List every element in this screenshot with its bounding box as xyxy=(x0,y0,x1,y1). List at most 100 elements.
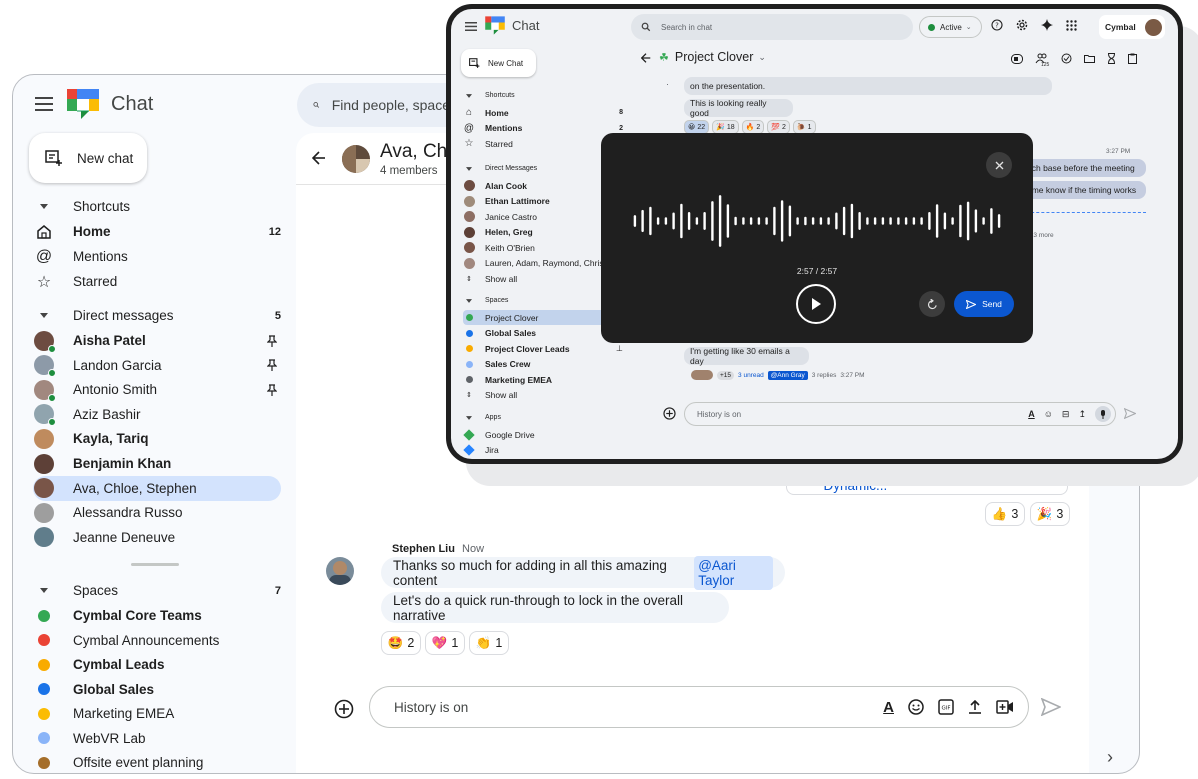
dm-item[interactable]: ⇕ Show all xyxy=(463,271,623,286)
send-icon[interactable] xyxy=(1124,408,1136,419)
pin-icon[interactable]: ⊥ xyxy=(616,344,623,353)
app-item[interactable]: Jira xyxy=(463,443,623,458)
close-button[interactable] xyxy=(986,152,1012,178)
new-chat-button[interactable]: New chat xyxy=(29,133,147,183)
back-arrow-icon[interactable] xyxy=(641,53,651,63)
dm-item[interactable]: Keith O'Brien xyxy=(463,240,623,255)
composer[interactable]: History is on A ☺ ⊟ ↥ xyxy=(684,402,1116,426)
space-item[interactable]: Global Sales xyxy=(463,326,623,341)
dm-item[interactable]: Ethan Lattimore xyxy=(463,194,623,209)
search-bar[interactable]: Find people, spaces xyxy=(297,83,457,127)
message-bubble[interactable]: Let's do a quick run-through to lock in … xyxy=(381,592,729,623)
sidebar-item-starred[interactable]: ☆ Starred xyxy=(33,269,281,294)
add-circle-icon[interactable] xyxy=(334,699,354,719)
upload-icon[interactable]: ↥ xyxy=(1078,409,1086,420)
dm-item[interactable]: Landon Garcia xyxy=(33,353,281,378)
account-avatar[interactable] xyxy=(1145,18,1162,36)
clipboard-icon[interactable] xyxy=(1128,53,1137,64)
microphone-icon[interactable] xyxy=(1095,406,1111,422)
members-icon[interactable]: 125 xyxy=(1035,53,1049,68)
status-dropdown[interactable]: Active ⌄ xyxy=(919,16,982,38)
dm-item[interactable]: Helen, Greg xyxy=(463,225,623,240)
space-item[interactable]: Offsite event planning xyxy=(33,750,281,773)
chevron-right-icon[interactable]: › xyxy=(1107,747,1113,768)
composer[interactable]: History is on A GIF xyxy=(369,686,1029,728)
dm-item[interactable]: Janice Castro xyxy=(463,209,623,224)
upload-icon[interactable] xyxy=(968,700,982,714)
mention-chip[interactable]: @Aari Taylor xyxy=(694,555,773,590)
space-item[interactable]: Project Clover Leads ⊥ xyxy=(463,341,623,356)
spaces-header[interactable]: Spaces xyxy=(463,293,623,308)
conversation-title[interactable]: ☘ Project Clover ⌄ xyxy=(659,50,766,64)
emoji-icon[interactable] xyxy=(908,699,924,715)
apps-grid-icon[interactable] xyxy=(1066,19,1077,31)
add-circle-icon[interactable] xyxy=(663,407,676,420)
shortcuts-header[interactable]: Shortcuts xyxy=(463,88,623,103)
space-item[interactable]: Marketing EMEA xyxy=(33,701,281,726)
search-input[interactable]: Find people, spaces xyxy=(332,97,457,113)
dm-item[interactable]: Aisha Patel xyxy=(33,328,281,353)
app-item[interactable]: Google Drive xyxy=(463,427,623,442)
reaction-chip[interactable]: 😀 22 xyxy=(684,120,710,134)
message-bubble[interactable]: uch base before the meeting xyxy=(1021,159,1146,177)
format-text-icon[interactable]: A xyxy=(1028,409,1035,419)
new-chat-button[interactable]: New Chat xyxy=(461,49,536,77)
shortcuts-header[interactable]: Shortcuts xyxy=(33,194,281,219)
pin-icon[interactable] xyxy=(267,359,281,372)
message-bubble[interactable]: Thanks so much for adding in all this am… xyxy=(381,555,785,590)
spaces-header[interactable]: Spaces 7 xyxy=(33,578,281,603)
reaction-chip[interactable]: 🎉 3 xyxy=(1030,502,1070,526)
sidebar-item[interactable]: @ Mentions 2 xyxy=(463,121,623,136)
reaction-chip[interactable]: 🔥 2 xyxy=(741,120,765,134)
thread-summary[interactable]: +15 3 unread @Ann Gray 3 replies 3:27 PM xyxy=(691,370,865,380)
reaction-chip[interactable]: 🎉 18 xyxy=(712,120,739,134)
sidebar-item[interactable]: ⌂ Home 8 xyxy=(463,105,623,120)
folder-icon[interactable] xyxy=(1084,54,1095,63)
space-item[interactable]: Sales Crew xyxy=(463,357,623,372)
audio-waveform[interactable] xyxy=(631,195,1003,247)
sidebar-divider[interactable] xyxy=(131,563,179,566)
re-record-button[interactable] xyxy=(919,291,945,317)
mention-chip[interactable]: @Ann Gray xyxy=(767,370,808,380)
composer-input[interactable]: History is on xyxy=(697,410,741,419)
reaction-chip[interactable]: 💖 1 xyxy=(425,631,465,655)
gif-icon[interactable]: ⊟ xyxy=(1062,409,1070,420)
sidebar-item-home[interactable]: Home 12 xyxy=(33,219,281,244)
format-text-icon[interactable]: A xyxy=(883,699,894,716)
emoji-icon[interactable]: ☺ xyxy=(1044,409,1053,419)
main-menu-icon[interactable] xyxy=(465,22,477,31)
composer-input[interactable]: History is on xyxy=(394,700,468,715)
dm-item[interactable]: Jeanne Deneuve xyxy=(33,525,281,550)
apps-header[interactable]: Apps xyxy=(463,410,623,425)
space-item[interactable]: Cymbal Core Teams xyxy=(33,603,281,628)
pin-icon[interactable] xyxy=(267,384,281,396)
message-author[interactable]: Stephen Liu xyxy=(392,543,455,555)
space-item[interactable]: Global Sales xyxy=(33,677,281,702)
message-bubble[interactable]: t me know if the timing works xyxy=(1021,181,1146,199)
space-item[interactable]: WebVR Lab xyxy=(33,726,281,751)
reaction-chip[interactable]: 👏 1 xyxy=(469,631,509,655)
send-voice-button[interactable]: Send xyxy=(954,291,1014,317)
gemini-icon[interactable] xyxy=(1041,19,1053,31)
pin-icon[interactable] xyxy=(267,334,281,347)
search-input[interactable]: Search in chat xyxy=(661,23,712,32)
back-arrow-icon[interactable] xyxy=(312,151,326,165)
tasks-icon[interactable] xyxy=(1061,53,1072,64)
reaction-chip[interactable]: 👍 3 xyxy=(985,502,1025,526)
gif-icon[interactable]: GIF xyxy=(938,699,954,715)
dm-item[interactable]: Benjamin Khan xyxy=(33,451,281,476)
sidebar-item[interactable]: ☆ Starred xyxy=(463,136,623,151)
space-item[interactable]: ⇕ Show all xyxy=(463,388,623,403)
reaction-chip[interactable]: 💯 2 xyxy=(767,120,790,134)
search-bar[interactable]: Search in chat xyxy=(631,14,913,40)
video-call-icon[interactable] xyxy=(996,700,1014,714)
message-bubble[interactable]: This is looking really good xyxy=(684,98,793,118)
play-button[interactable] xyxy=(796,284,836,324)
hourglass-icon[interactable] xyxy=(1107,53,1116,64)
direct-messages-header[interactable]: Direct messages 5 xyxy=(33,303,281,328)
dm-item[interactable]: Antonio Smith xyxy=(33,377,281,402)
dm-item[interactable]: Ava, Chloe, Stephen xyxy=(33,475,281,501)
main-menu-icon[interactable] xyxy=(35,97,53,111)
message-bubble[interactable]: on the presentation. xyxy=(684,77,1052,95)
members-count[interactable]: 4 members xyxy=(380,165,438,177)
